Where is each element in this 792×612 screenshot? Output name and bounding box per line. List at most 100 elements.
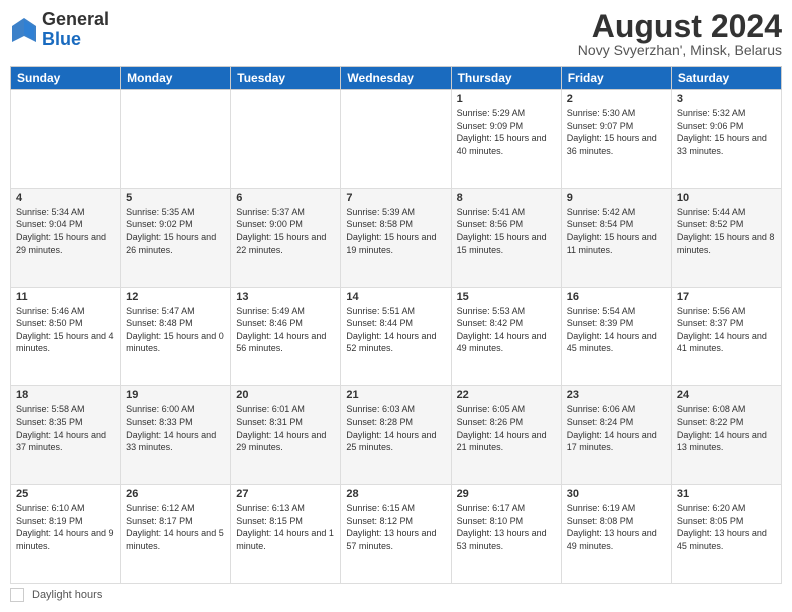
day-number: 24 — [677, 389, 776, 401]
table-row: 11 Sunrise: 5:46 AM Sunset: 8:50 PM Dayli… — [11, 287, 121, 386]
day-info: Sunrise: 6:06 AM Sunset: 8:24 PM Dayligh… — [567, 403, 666, 453]
day-info: Sunrise: 5:39 AM Sunset: 8:58 PM Dayligh… — [346, 206, 445, 256]
day-info: Sunrise: 5:34 AM Sunset: 9:04 PM Dayligh… — [16, 206, 115, 256]
col-sunday: Sunday — [11, 67, 121, 90]
day-number: 6 — [236, 192, 335, 204]
day-number: 4 — [16, 192, 115, 204]
table-row — [121, 90, 231, 189]
col-friday: Friday — [561, 67, 671, 90]
day-number: 17 — [677, 291, 776, 303]
table-row: 26 Sunrise: 6:12 AM Sunset: 8:17 PM Dayli… — [121, 485, 231, 584]
day-info: Sunrise: 5:49 AM Sunset: 8:46 PM Dayligh… — [236, 305, 335, 355]
day-info: Sunrise: 5:47 AM Sunset: 8:48 PM Dayligh… — [126, 305, 225, 355]
day-number: 13 — [236, 291, 335, 303]
day-number: 11 — [16, 291, 115, 303]
day-info: Sunrise: 6:03 AM Sunset: 8:28 PM Dayligh… — [346, 403, 445, 453]
table-row: 15 Sunrise: 5:53 AM Sunset: 8:42 PM Dayli… — [451, 287, 561, 386]
day-number: 2 — [567, 93, 666, 105]
table-row: 8Sunrise: 5:41 AM Sunset: 8:56 PM Daylig… — [451, 188, 561, 287]
table-row: 19 Sunrise: 6:00 AM Sunset: 8:33 PM Dayli… — [121, 386, 231, 485]
day-number: 15 — [457, 291, 556, 303]
table-row: 23Sunrise: 6:06 AM Sunset: 8:24 PM Dayli… — [561, 386, 671, 485]
logo-blue-text: Blue — [42, 29, 81, 49]
daylight-label: Daylight hours — [32, 589, 102, 601]
day-number: 8 — [457, 192, 556, 204]
day-number: 22 — [457, 389, 556, 401]
title-block: August 2024 Novy Svyerzhan', Minsk, Bela… — [578, 10, 782, 58]
day-info: Sunrise: 6:00 AM Sunset: 8:33 PM Dayligh… — [126, 403, 225, 453]
table-row: 1 Sunrise: 5:29 AM Sunset: 9:09 PM Daylig… — [451, 90, 561, 189]
table-row — [341, 90, 451, 189]
day-info: Sunrise: 5:30 AM Sunset: 9:07 PM Dayligh… — [567, 107, 666, 157]
day-info: Sunrise: 6:13 AM Sunset: 8:15 PM Dayligh… — [236, 502, 335, 552]
calendar-header-row: Sunday Monday Tuesday Wednesday Thursday… — [11, 67, 782, 90]
day-number: 12 — [126, 291, 225, 303]
day-info: Sunrise: 5:54 AM Sunset: 8:39 PM Dayligh… — [567, 305, 666, 355]
location: Novy Svyerzhan', Minsk, Belarus — [578, 42, 782, 58]
table-row: 17Sunrise: 5:56 AM Sunset: 8:37 PM Dayli… — [671, 287, 781, 386]
table-row: 18 Sunrise: 5:58 AM Sunset: 8:35 PM Dayli… — [11, 386, 121, 485]
table-row: 21 Sunrise: 6:03 AM Sunset: 8:28 PM Dayli… — [341, 386, 451, 485]
calendar-week-row: 1 Sunrise: 5:29 AM Sunset: 9:09 PM Daylig… — [11, 90, 782, 189]
table-row: 4 Sunrise: 5:34 AM Sunset: 9:04 PM Daylig… — [11, 188, 121, 287]
table-row: 14Sunrise: 5:51 AM Sunset: 8:44 PM Dayli… — [341, 287, 451, 386]
table-row: 2 Sunrise: 5:30 AM Sunset: 9:07 PM Daylig… — [561, 90, 671, 189]
table-row: 29Sunrise: 6:17 AM Sunset: 8:10 PM Dayli… — [451, 485, 561, 584]
calendar-week-row: 25Sunrise: 6:10 AM Sunset: 8:19 PM Dayli… — [11, 485, 782, 584]
day-info: Sunrise: 5:32 AM Sunset: 9:06 PM Dayligh… — [677, 107, 776, 157]
day-number: 28 — [346, 488, 445, 500]
table-row: 12 Sunrise: 5:47 AM Sunset: 8:48 PM Dayli… — [121, 287, 231, 386]
day-number: 21 — [346, 389, 445, 401]
table-row: 28 Sunrise: 6:15 AM Sunset: 8:12 PM Dayli… — [341, 485, 451, 584]
table-row: 3 Sunrise: 5:32 AM Sunset: 9:06 PM Daylig… — [671, 90, 781, 189]
col-wednesday: Wednesday — [341, 67, 451, 90]
day-number: 16 — [567, 291, 666, 303]
day-info: Sunrise: 6:05 AM Sunset: 8:26 PM Dayligh… — [457, 403, 556, 453]
table-row — [11, 90, 121, 189]
day-info: Sunrise: 6:15 AM Sunset: 8:12 PM Dayligh… — [346, 502, 445, 552]
day-info: Sunrise: 5:29 AM Sunset: 9:09 PM Dayligh… — [457, 107, 556, 157]
day-info: Sunrise: 6:01 AM Sunset: 8:31 PM Dayligh… — [236, 403, 335, 453]
day-info: Sunrise: 5:44 AM Sunset: 8:52 PM Dayligh… — [677, 206, 776, 256]
day-number: 20 — [236, 389, 335, 401]
day-number: 3 — [677, 93, 776, 105]
month-title: August 2024 — [578, 10, 782, 42]
day-number: 7 — [346, 192, 445, 204]
day-info: Sunrise: 5:51 AM Sunset: 8:44 PM Dayligh… — [346, 305, 445, 355]
day-info: Sunrise: 5:46 AM Sunset: 8:50 PM Dayligh… — [16, 305, 115, 355]
day-number: 9 — [567, 192, 666, 204]
day-number: 31 — [677, 488, 776, 500]
day-info: Sunrise: 5:37 AM Sunset: 9:00 PM Dayligh… — [236, 206, 335, 256]
table-row: 7 Sunrise: 5:39 AM Sunset: 8:58 PM Daylig… — [341, 188, 451, 287]
day-info: Sunrise: 6:12 AM Sunset: 8:17 PM Dayligh… — [126, 502, 225, 552]
table-row — [231, 90, 341, 189]
day-info: Sunrise: 6:19 AM Sunset: 8:08 PM Dayligh… — [567, 502, 666, 552]
logo-icon — [10, 16, 38, 44]
day-number: 5 — [126, 192, 225, 204]
day-number: 26 — [126, 488, 225, 500]
day-number: 25 — [16, 488, 115, 500]
table-row: 27Sunrise: 6:13 AM Sunset: 8:15 PM Dayli… — [231, 485, 341, 584]
table-row: 22 Sunrise: 6:05 AM Sunset: 8:26 PM Dayli… — [451, 386, 561, 485]
calendar-week-row: 18 Sunrise: 5:58 AM Sunset: 8:35 PM Dayli… — [11, 386, 782, 485]
day-number: 29 — [457, 488, 556, 500]
day-info: Sunrise: 5:42 AM Sunset: 8:54 PM Dayligh… — [567, 206, 666, 256]
calendar-week-row: 11 Sunrise: 5:46 AM Sunset: 8:50 PM Dayli… — [11, 287, 782, 386]
day-info: Sunrise: 5:53 AM Sunset: 8:42 PM Dayligh… — [457, 305, 556, 355]
table-row: 10Sunrise: 5:44 AM Sunset: 8:52 PM Dayli… — [671, 188, 781, 287]
day-info: Sunrise: 5:35 AM Sunset: 9:02 PM Dayligh… — [126, 206, 225, 256]
col-tuesday: Tuesday — [231, 67, 341, 90]
calendar-week-row: 4 Sunrise: 5:34 AM Sunset: 9:04 PM Daylig… — [11, 188, 782, 287]
header: General Blue August 2024 Novy Svyerzhan'… — [10, 10, 782, 58]
table-row: 5 Sunrise: 5:35 AM Sunset: 9:02 PM Daylig… — [121, 188, 231, 287]
daylight-box-icon — [10, 588, 24, 602]
table-row: 24Sunrise: 6:08 AM Sunset: 8:22 PM Dayli… — [671, 386, 781, 485]
day-number: 1 — [457, 93, 556, 105]
day-info: Sunrise: 5:58 AM Sunset: 8:35 PM Dayligh… — [16, 403, 115, 453]
col-monday: Monday — [121, 67, 231, 90]
day-number: 19 — [126, 389, 225, 401]
day-number: 18 — [16, 389, 115, 401]
table-row: 6 Sunrise: 5:37 AM Sunset: 9:00 PM Daylig… — [231, 188, 341, 287]
table-row: 9 Sunrise: 5:42 AM Sunset: 8:54 PM Daylig… — [561, 188, 671, 287]
footer: Daylight hours — [10, 588, 782, 602]
